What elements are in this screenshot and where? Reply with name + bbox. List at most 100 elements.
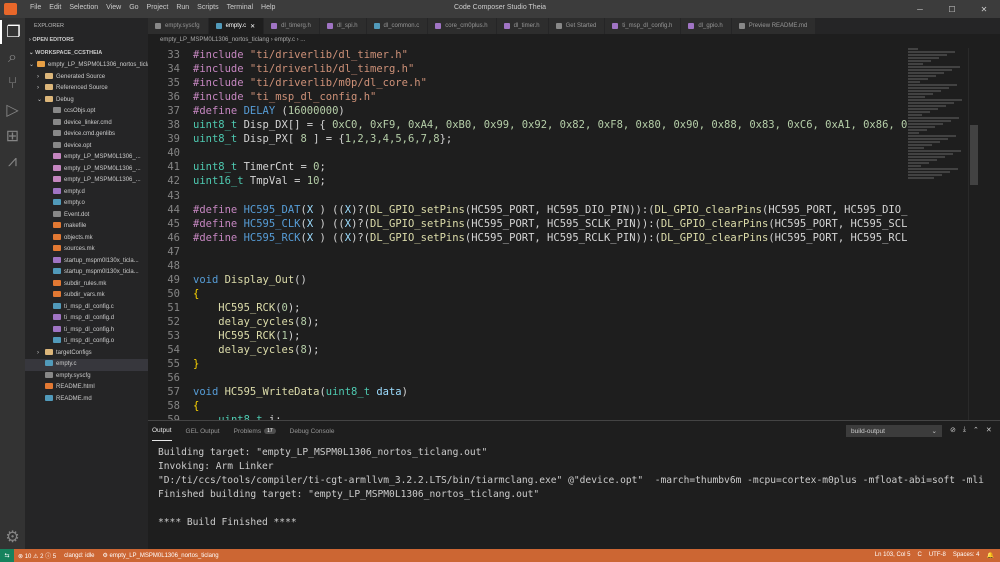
file-icon <box>53 302 61 309</box>
menu-view[interactable]: View <box>106 4 121 11</box>
panel-tab-debug-console[interactable]: Debug Console <box>290 421 335 441</box>
code-editor[interactable]: 33 #include "ti/driverlib/dl_timer.h" 34 #i… <box>148 48 908 420</box>
panel-tab-problems[interactable]: Problems 17 <box>234 421 276 441</box>
clangd-status[interactable]: clangd: idle <box>60 553 98 559</box>
minimize-button[interactable]: ─ <box>904 0 936 18</box>
source-control-icon[interactable]: ⑂ <box>0 72 25 96</box>
tree-file[interactable]: ti_msp_dl_config.c <box>25 302 148 314</box>
tree-file[interactable]: ccsObjs.opt <box>25 106 148 118</box>
line-number: 37 <box>167 105 180 118</box>
tree-folder[interactable]: ⌄ Debug <box>25 95 148 107</box>
file-icon <box>373 23 380 29</box>
tree-folder[interactable]: › Referenced Source <box>25 83 148 95</box>
workspace-section[interactable]: ⌄ WORKSPACE_CCSTHEIA <box>25 47 148 60</box>
menu-file[interactable]: File <box>30 4 41 11</box>
editor-scrollbar[interactable] <box>968 48 978 420</box>
active-project-status[interactable]: ⚙ empty_LP_MSPM0L1306_nortos_ticlang <box>99 552 223 559</box>
line-number: 48 <box>167 259 180 272</box>
tree-file[interactable]: startup_mspm0l130x_ticla... <box>25 256 148 268</box>
menu-selection[interactable]: Selection <box>69 4 98 11</box>
remote-icon[interactable]: ⇆ <box>0 549 14 562</box>
menu-run[interactable]: Run <box>176 4 189 11</box>
lock-scroll-icon[interactable]: ⤓ <box>963 426 966 434</box>
close-tab-icon[interactable]: ✕ <box>250 23 255 30</box>
search-icon[interactable]: ⌕ <box>0 46 25 70</box>
tree-file[interactable]: subdir_vars.mk <box>25 290 148 302</box>
menu-terminal[interactable]: Terminal <box>227 4 253 11</box>
explorer-icon[interactable]: ❐ <box>0 20 25 44</box>
tab-dl-timerg-h[interactable]: dl_timerg.h <box>264 18 320 34</box>
panel-tab-label: GEL Output <box>185 427 220 435</box>
tree-file[interactable]: empty.syscfg <box>25 371 148 383</box>
clear-output-icon[interactable]: ⊘ <box>950 426 956 434</box>
maximize-panel-icon[interactable]: ⌃ <box>973 426 979 434</box>
tree-folder[interactable]: ⌄ empty_LP_MSPM0L1306_nortos_ticlang <box>25 60 148 72</box>
tree-file[interactable]: device_linker.cmd <box>25 118 148 130</box>
breadcrumb[interactable]: empty_LP_MSPM0L1306_nortos_ticlang › emp… <box>148 34 1000 47</box>
panel-tab-output[interactable]: Output <box>152 421 172 441</box>
code-line: #define HC595_RCK(X ) ((X)?(DL_GPIO_setP… <box>193 231 908 244</box>
menu-go[interactable]: Go <box>129 4 138 11</box>
tab-dl-timer-h[interactable]: dl_timer.h <box>496 18 549 34</box>
minimap[interactable] <box>908 48 968 188</box>
close-panel-icon[interactable]: ✕ <box>986 426 992 434</box>
tree-file[interactable]: empty.o <box>25 198 148 210</box>
chart-icon[interactable]: ⩘ <box>0 150 25 174</box>
tree-file[interactable]: startup_mspm0l130x_ticla... <box>25 267 148 279</box>
tab-dl-gpio-h[interactable]: dl_gpio.h <box>681 18 732 34</box>
run-debug-icon[interactable]: ▷ <box>0 98 25 122</box>
tree-file[interactable]: empty_LP_MSPM0L1306_... <box>25 175 148 187</box>
menu-help[interactable]: Help <box>261 4 275 11</box>
tree-folder[interactable]: › Generated Source <box>25 72 148 84</box>
tab-empty-syscfg[interactable]: empty.syscfg <box>148 18 209 34</box>
tab-core-cm0plus-h[interactable]: core_cm0plus.h <box>428 18 497 34</box>
tab-get-started[interactable]: Get Started <box>548 18 606 34</box>
close-button[interactable]: ✕ <box>968 0 1000 18</box>
tree-file[interactable]: empty.c <box>25 359 148 371</box>
menu-scripts[interactable]: Scripts <box>197 4 218 11</box>
tab-empty-c[interactable]: empty.c ✕ <box>208 18 265 34</box>
tree-file[interactable]: makefile <box>25 221 148 233</box>
tab-dl-spi-h[interactable]: dl_spi.h <box>319 18 367 34</box>
tree-file[interactable]: device.opt <box>25 141 148 153</box>
tree-file[interactable]: ti_msp_dl_config.d <box>25 313 148 325</box>
extensions-icon[interactable]: ⊞ <box>0 124 25 148</box>
notifications-icon[interactable]: 🔔 <box>987 552 994 559</box>
tree-item-label: startup_mspm0l130x_ticla... <box>64 269 139 275</box>
maximize-button[interactable]: ☐ <box>936 0 968 18</box>
open-editors-section[interactable]: › OPEN EDITORS <box>25 34 148 47</box>
cursor-position[interactable]: Ln 103, Col 5 <box>875 552 911 559</box>
tree-file[interactable]: sources.mk <box>25 244 148 256</box>
tree-file[interactable]: ti_msp_dl_config.o <box>25 336 148 348</box>
tree-item-label: ccsObjs.opt <box>64 108 96 114</box>
tree-file[interactable]: ti_msp_dl_config.h <box>25 325 148 337</box>
tree-file[interactable]: subdir_rules.mk <box>25 279 148 291</box>
tree-file[interactable]: empty_LP_MSPM0L1306_... <box>25 152 148 164</box>
tree-folder[interactable]: › targetConfigs <box>25 348 148 360</box>
output-channel-select[interactable]: build-output ⌄ <box>846 425 942 437</box>
file-icon <box>53 210 61 217</box>
scrollbar-thumb[interactable] <box>970 125 978 185</box>
indentation[interactable]: Spaces: 4 <box>953 552 980 559</box>
menu-project[interactable]: Project <box>147 4 169 11</box>
tree-file[interactable]: device.cmd.genlibs <box>25 129 148 141</box>
encoding[interactable]: UTF-8 <box>929 552 946 559</box>
tree-file[interactable]: empty_LP_MSPM0L1306_... <box>25 164 148 176</box>
tree-file[interactable]: Event.dot <box>25 210 148 222</box>
tree-file[interactable]: README.md <box>25 394 148 406</box>
menu-edit[interactable]: Edit <box>49 4 61 11</box>
panel-tab-gel-output[interactable]: GEL Output <box>186 421 220 441</box>
tab-preview-readme-md[interactable]: Preview README.md <box>731 18 817 34</box>
language-mode[interactable]: C <box>917 552 921 559</box>
tab-dl-common-c[interactable]: dl_common.c <box>366 18 429 34</box>
problems-status[interactable]: ⊗ 10 ⚠ 2 ⓘ 5 <box>14 551 60 560</box>
output-log[interactable]: Building target: "empty_LP_MSPM0L1306_no… <box>158 447 988 531</box>
tab-label: dl_common.c <box>383 23 420 29</box>
tree-file[interactable]: empty.d <box>25 187 148 199</box>
tab-ti-msp-dl-config-h[interactable]: ti_msp_dl_config.h <box>605 18 682 34</box>
project-name: empty_LP_MSPM0L1306_nortos_ticlang <box>109 553 219 559</box>
tree-file[interactable]: README.html <box>25 382 148 394</box>
tree-file[interactable]: objects.mk <box>25 233 148 245</box>
line-number: 49 <box>167 273 180 286</box>
settings-gear-icon[interactable]: ⚙ <box>0 525 25 549</box>
